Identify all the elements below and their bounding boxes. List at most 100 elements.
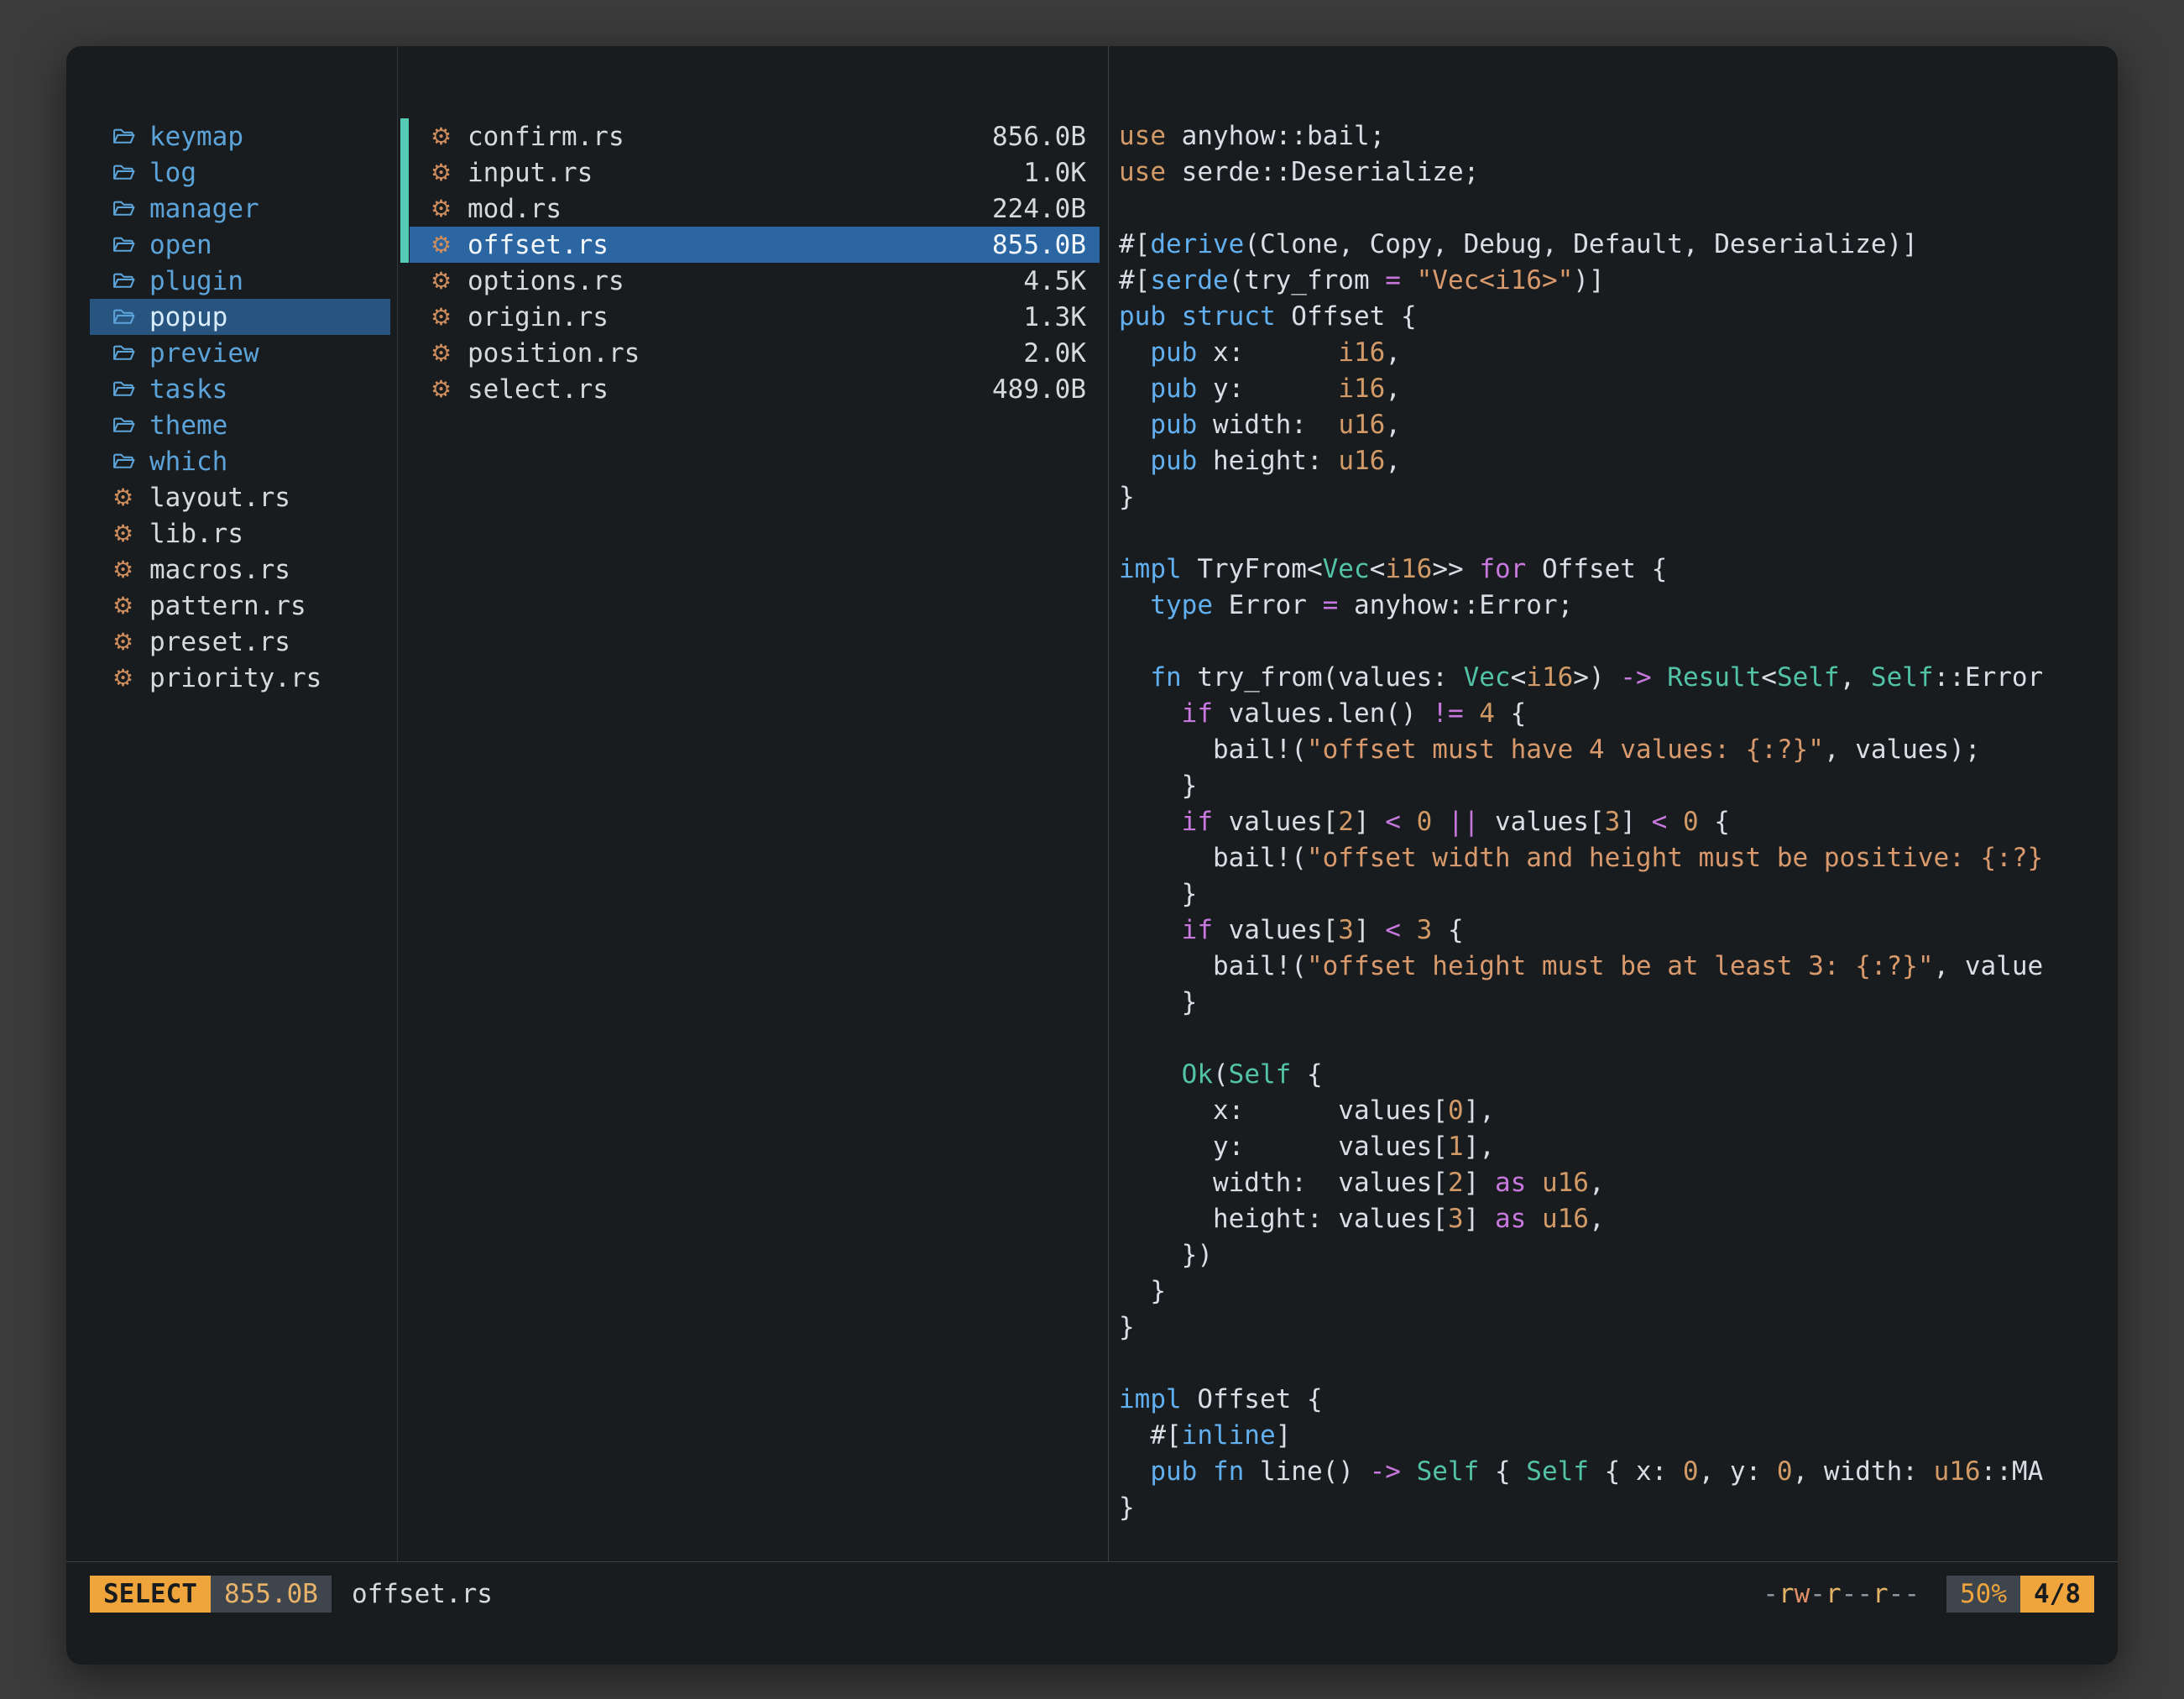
sidebar-dir-theme[interactable]: theme: [90, 407, 390, 443]
file-name: offset.rs: [468, 230, 975, 260]
code-line: [1119, 515, 2118, 552]
sidebar-file-pattern.rs[interactable]: ⚙pattern.rs: [90, 588, 390, 624]
sidebar-dir-log[interactable]: log: [90, 154, 390, 191]
terminal-window: keymap log manageropenpluginpopuppreview ta…: [66, 46, 2118, 1665]
dir-label: keymap: [149, 122, 243, 152]
code-line: [1119, 1021, 2118, 1057]
code-line: [1119, 624, 2118, 660]
sidebar-file-macros.rs[interactable]: ⚙macros.rs: [90, 552, 390, 588]
file-row-select.rs[interactable]: ⚙select.rs489.0B: [410, 371, 1100, 407]
sidebar-file-layout.rs[interactable]: ⚙layout.rs: [90, 479, 390, 515]
file-row-offset.rs[interactable]: ⚙offset.rs855.0B: [410, 227, 1100, 263]
file-size: 4.5K: [1023, 266, 1086, 296]
file-row-mod.rs[interactable]: ⚙mod.rs224.0B: [410, 191, 1100, 227]
file-name: position.rs: [468, 338, 1006, 369]
code-line: fn try_from(values: Vec<i16>) -> Result<…: [1119, 660, 2118, 696]
open-folder-icon: [112, 343, 149, 363]
sidebar-panel[interactable]: keymap log manageropenpluginpopuppreview ta…: [66, 46, 397, 1561]
code-line: }: [1119, 1310, 2118, 1346]
dir-label: manager: [149, 194, 259, 224]
code-line: if values[2] < 0 || values[3] < 0 {: [1119, 804, 2118, 840]
open-folder-icon: [112, 163, 149, 182]
code-line: pub x: i16,: [1119, 335, 2118, 371]
code-line: }: [1119, 985, 2118, 1021]
rust-file-icon: ⚙: [431, 161, 468, 185]
code-line: bail!("offset height must be at least 3:…: [1119, 949, 2118, 985]
code-line: pub struct Offset {: [1119, 299, 2118, 335]
dir-label: log: [149, 158, 196, 188]
code-line: pub height: u16,: [1119, 443, 2118, 479]
rust-file-icon: ⚙: [112, 594, 149, 618]
sidebar-dir-plugin[interactable]: plugin: [90, 263, 390, 299]
sidebar-dir-tasks[interactable]: tasks: [90, 371, 390, 407]
file-label: preset.rs: [149, 627, 290, 657]
code-line: }: [1119, 876, 2118, 912]
file-size: 1.3K: [1023, 302, 1086, 332]
panels: keymap log manageropenpluginpopuppreview ta…: [66, 46, 2118, 1562]
file-name: mod.rs: [468, 194, 975, 224]
permissions: -rw-r--r--: [1763, 1579, 1920, 1609]
file-label: lib.rs: [149, 519, 243, 549]
code-line: }: [1119, 1490, 2118, 1526]
code-line: type Error = anyhow::Error;: [1119, 588, 2118, 624]
file-row-options.rs[interactable]: ⚙options.rs4.5K: [410, 263, 1100, 299]
code-line: impl TryFrom<Vec<i16>> for Offset {: [1119, 552, 2118, 588]
dir-label: tasks: [149, 374, 227, 405]
code-line: pub y: i16,: [1119, 371, 2118, 407]
rust-file-icon: ⚙: [112, 558, 149, 582]
status-left: SELECT 855.0B offset.rs: [90, 1576, 1763, 1613]
file-name: options.rs: [468, 266, 1006, 296]
open-folder-icon: [112, 379, 149, 399]
file-list-panel[interactable]: ⚙confirm.rs856.0B⚙input.rs1.0K⚙mod.rs224…: [397, 46, 1109, 1561]
rust-file-icon: ⚙: [112, 630, 149, 654]
sidebar-dir-popup[interactable]: popup: [90, 299, 390, 335]
open-folder-icon: [112, 235, 149, 254]
dir-label: preview: [149, 338, 259, 369]
rust-file-icon: ⚙: [431, 306, 468, 329]
sidebar-dir-which[interactable]: which: [90, 443, 390, 479]
open-folder-icon: [112, 416, 149, 435]
sidebar-file-lib.rs[interactable]: ⚙lib.rs: [90, 515, 390, 552]
file-row-confirm.rs[interactable]: ⚙confirm.rs856.0B: [410, 118, 1100, 154]
file-name: select.rs: [468, 374, 975, 405]
code-line: #[derive(Clone, Copy, Debug, Default, De…: [1119, 227, 2118, 263]
file-row-origin.rs[interactable]: ⚙origin.rs1.3K: [410, 299, 1100, 335]
code-line: }): [1119, 1237, 2118, 1273]
code-line: pub width: u16,: [1119, 407, 2118, 443]
file-size: 489.0B: [992, 374, 1086, 405]
file-row-input.rs[interactable]: ⚙input.rs 1.0K: [410, 154, 1100, 191]
dir-label: plugin: [149, 266, 243, 296]
code-line: if values.len() != 4 {: [1119, 696, 2118, 732]
sidebar-dir-keymap[interactable]: keymap: [90, 118, 390, 154]
file-row-position.rs[interactable]: ⚙position.rs2.0K: [410, 335, 1100, 371]
file-size: 1.0K: [1023, 158, 1086, 188]
open-folder-icon: [112, 452, 149, 471]
file-size: 855.0B: [992, 230, 1086, 260]
file-name: input.rs: [468, 158, 1006, 188]
status-filename: offset.rs: [352, 1579, 493, 1609]
sidebar-dir-open[interactable]: open: [90, 227, 390, 263]
open-folder-icon: [112, 127, 149, 146]
preview-panel[interactable]: use anyhow::bail;use serde::Deserialize;…: [1109, 46, 2118, 1561]
sidebar-dir-manager[interactable]: manager: [90, 191, 390, 227]
sidebar-file-preset.rs[interactable]: ⚙preset.rs: [90, 624, 390, 660]
rust-file-icon: ⚙: [112, 486, 149, 510]
sidebar-dir-preview[interactable]: preview: [90, 335, 390, 371]
code-line: Ok(Self {: [1119, 1057, 2118, 1093]
code-line: pub fn line() -> Self { Self { x: 0, y: …: [1119, 1454, 2118, 1490]
status-bar: SELECT 855.0B offset.rs -rw-r--r-- 50% 4…: [66, 1576, 2118, 1613]
code-line: impl Offset {: [1119, 1382, 2118, 1418]
code-line: #[inline]: [1119, 1418, 2118, 1454]
file-label: layout.rs: [149, 483, 290, 513]
rust-file-icon: ⚙: [431, 342, 468, 365]
rust-file-icon: ⚙: [431, 125, 468, 149]
rust-file-icon: ⚙: [431, 197, 468, 221]
dir-label: theme: [149, 410, 227, 441]
code-line: use serde::Deserialize;: [1119, 154, 2118, 191]
file-name: confirm.rs: [468, 122, 975, 152]
cursor-position-badge: 4/8: [2020, 1576, 2094, 1613]
code-line: [1119, 191, 2118, 227]
code-line: y: values[1],: [1119, 1129, 2118, 1165]
sidebar-file-priority.rs[interactable]: ⚙priority.rs: [90, 660, 390, 696]
file-label: macros.rs: [149, 555, 290, 585]
